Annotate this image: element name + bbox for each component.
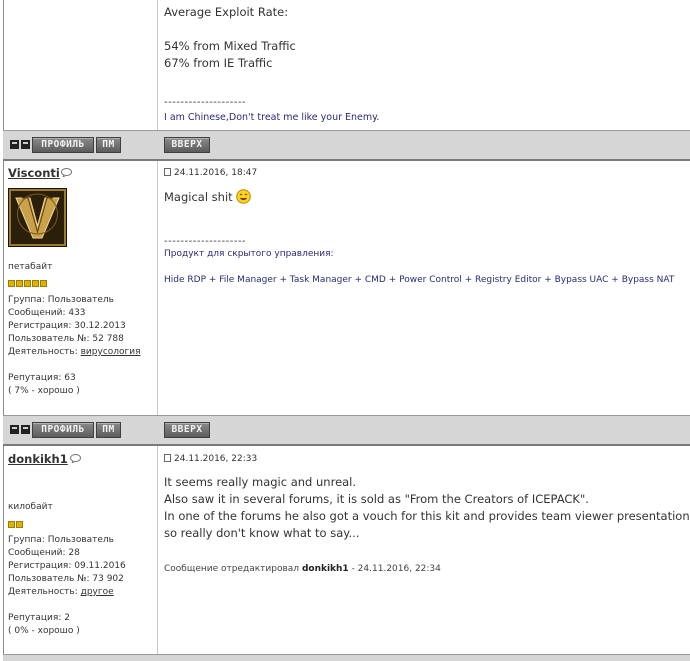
post-link-icon[interactable] [164,454,171,462]
post-text-content: Magical shit [164,190,233,204]
column-divider [157,0,158,130]
user-registered: Регистрация: 09.11.2016 [8,561,126,571]
rank-pip [32,280,39,287]
column-divider [157,160,158,415]
user-activity: Деятельность: другое [8,586,126,599]
pm-button[interactable]: ПМ [96,137,121,153]
user-reputation[interactable]: Репутация: 2 [8,612,126,625]
post-date: 24.11.2016, 22:33 [164,454,257,464]
edited-date: - 24.11.2016, 22:34 [351,564,441,574]
activity-label: Деятельность: [8,587,78,597]
rank-pip [16,280,23,287]
user-reputation-percent: ( 0% - хорошо ) [8,626,80,636]
post-date-text: 24.11.2016, 18:47 [174,168,258,178]
user-rank: петабайт [8,262,53,272]
post-date-text: 24.11.2016, 22:33 [174,454,258,464]
rank-pips [8,272,48,287]
edited-prefix: Сообщение отредактировал [164,564,300,574]
user-cards-icon [10,140,30,149]
avatar [8,188,67,247]
user-cards-icon [10,425,30,434]
user-activity: Деятельность: вирусология [8,346,141,359]
user-rank: килобайт [8,502,53,512]
user-number: Пользователь №: 73 902 [8,574,124,584]
user-registered: Регистрация: 30.12.2013 [8,321,126,331]
top-button[interactable]: ВВЕРХ [164,137,210,153]
smiley-icon [235,189,251,204]
post-text: Magical shit [164,189,251,206]
signature-text: Продукт для скрытого управления: [164,249,334,259]
user-posts: Сообщений: 433 [8,308,86,318]
post-link-icon[interactable] [164,168,171,176]
username-link[interactable]: donkikh1 [8,452,68,466]
profile-button[interactable]: ПРОФИЛЬ [32,422,94,438]
user-group: Группа: Пользователь [8,535,114,545]
user-reputation-percent: ( 7% - хорошо ) [8,386,80,396]
speech-bubble-icon[interactable] [70,454,81,463]
speech-bubble-icon[interactable] [61,168,72,177]
signature-divider: -------------------- [164,236,247,247]
user-reputation[interactable]: Репутация: 63 [8,372,141,385]
signature-divider: -------------------- [164,97,247,108]
post-text-line: Also saw it in several forums, it is sol… [164,492,589,506]
user-info: Группа: Пользователь Сообщений: 433 Реги… [8,294,141,398]
post-text-line: It seems really magic and unreal. [164,475,357,489]
edited-user: donkikh1 [301,564,349,574]
signature-text: I am Chinese,Don't treat me like your En… [164,112,380,123]
post-text-line: Average Exploit Rate: [164,5,289,19]
rank-pip [8,521,15,528]
post-action-bar: ПРОФИЛЬ ПМ ВВЕРХ [3,415,690,446]
post-text-line: 54% from Mixed Traffic [164,39,296,53]
post-action-bar: ПРОФИЛЬ ПМ ВВЕРХ [3,130,690,161]
pm-button[interactable]: ПМ [96,422,121,438]
user-group: Группа: Пользователь [8,295,114,305]
edited-note: Сообщение отредактировал donkikh1 - 24.1… [164,564,441,574]
username-link[interactable]: Visconti [8,166,60,180]
post-text-line: In one of the forums he also got a vouch… [164,509,690,523]
top-button[interactable]: ВВЕРХ [164,422,210,438]
user-number: Пользователь №: 52 788 [8,334,124,344]
activity-label: Деятельность: [8,347,78,357]
rank-pip [8,280,15,287]
post-text-line: 67% from IE Traffic [164,56,273,70]
activity-link[interactable]: вирусология [81,347,141,357]
rank-pip [40,280,47,287]
post-date: 24.11.2016, 18:47 [164,168,257,178]
activity-link[interactable]: другое [81,587,114,597]
user-posts: Сообщений: 28 [8,548,80,558]
user-info: Группа: Пользователь Сообщений: 28 Регис… [8,534,126,638]
column-divider [157,446,158,656]
profile-button[interactable]: ПРОФИЛЬ [32,137,94,153]
signature-text: Hide RDP + File Manager + Task Manager +… [164,275,675,285]
rank-pip [16,521,23,528]
rank-pip [24,280,31,287]
rank-pips [8,513,24,528]
post-text-line: so really don't know what to say... [164,526,360,540]
